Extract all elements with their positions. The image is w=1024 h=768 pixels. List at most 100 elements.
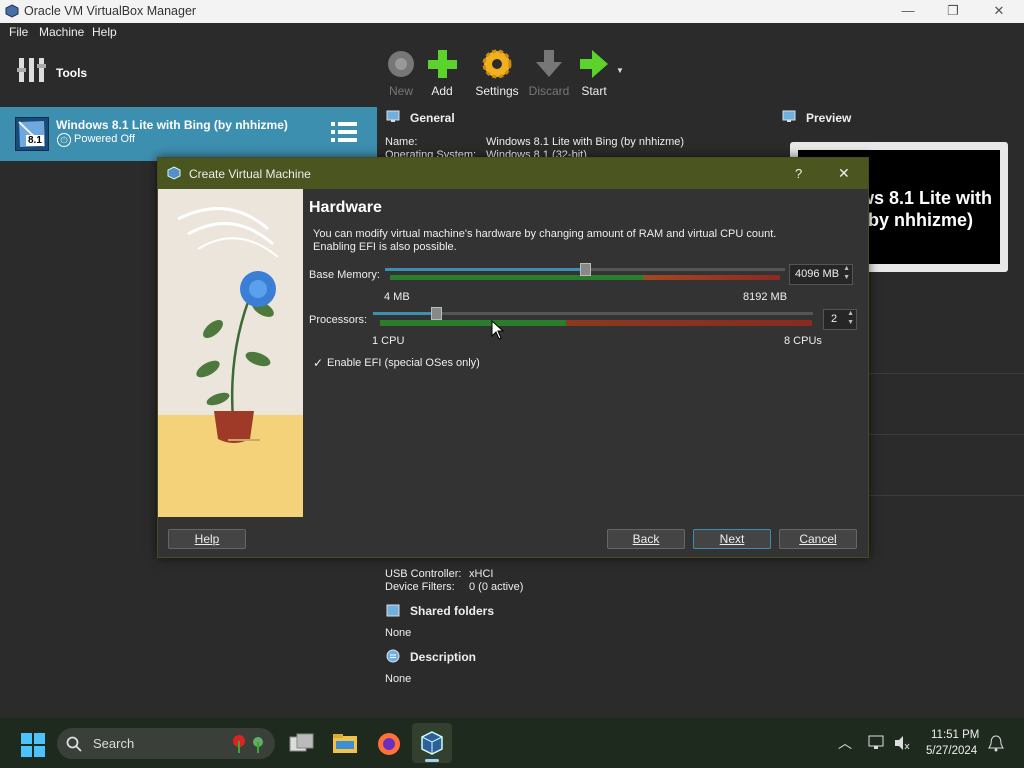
search-highlight-flowers-icon (233, 735, 263, 753)
taskbar: Search ︿ 11:51 PM 5/27/2024 (0, 718, 1024, 768)
window-titlebar: Oracle VM VirtualBox Manager — ❐ ✕ (0, 0, 1024, 23)
cpu-spinbox[interactable]: 2 ▲ ▼ (823, 309, 857, 330)
memory-max-label: 8192 MB (743, 291, 788, 303)
start-button[interactable]: Start (570, 46, 618, 98)
cpu-slider-fill (373, 312, 436, 315)
menu-machine[interactable]: Machine (39, 25, 84, 39)
vm-list-item[interactable]: 8.1 Windows 8.1 Lite with Bing (by nhhiz… (0, 107, 377, 161)
file-explorer-icon[interactable] (332, 732, 358, 754)
virtualbox-taskbar-button[interactable] (412, 723, 452, 763)
memory-slider-fill (385, 268, 585, 271)
spin-down-icon[interactable]: ▼ (847, 319, 854, 326)
next-button[interactable]: Next (693, 529, 771, 549)
gear-icon (482, 49, 512, 79)
power-off-icon: ⏻ (57, 133, 71, 147)
clock-date[interactable]: 5/27/2024 (926, 745, 977, 757)
virtualbox-app-icon (5, 4, 19, 18)
tools-item[interactable]: Tools (0, 46, 377, 102)
menu-bar: File Machine Help (0, 23, 1024, 42)
vm-status: Powered Off (74, 133, 135, 145)
device-filters-label: Device Filters: (385, 581, 455, 593)
cpu-value: 2 (831, 313, 838, 325)
windows-os-icon: 8.1 (15, 117, 49, 151)
active-app-indicator (425, 759, 439, 762)
settings-label: Settings (475, 84, 519, 98)
settings-button[interactable]: Settings (473, 46, 521, 98)
description-value: None (385, 673, 412, 685)
preview-line-1: ws 8.1 Lite with (860, 188, 993, 208)
efi-label: Enable EFI (special OSes only) (327, 357, 480, 369)
efi-checkbox[interactable]: ✓ (313, 356, 323, 370)
window-title: Oracle VM VirtualBox Manager (24, 4, 197, 18)
dialog-titlebar: Create Virtual Machine ? ✕ (158, 158, 868, 189)
virtualbox-cube-icon (167, 166, 181, 180)
spin-down-icon[interactable]: ▼ (843, 274, 850, 281)
description-speech-icon (386, 649, 400, 663)
firefox-icon[interactable] (376, 731, 402, 757)
taskbar-search-box[interactable]: Search (57, 728, 275, 759)
next-button-label: Next (719, 532, 745, 546)
search-placeholder: Search (93, 736, 135, 751)
shared-folders-title: Shared folders (410, 604, 495, 618)
os-version-badge: 8.1 (26, 135, 44, 146)
chevron-up-icon[interactable]: ︿ (838, 733, 852, 753)
preview-section-title: Preview (806, 111, 852, 125)
network-monitor-icon[interactable] (868, 735, 886, 751)
tools-icon (17, 58, 46, 82)
new-icon (388, 51, 414, 77)
mouse-cursor-icon (491, 320, 505, 340)
shared-folder-icon (386, 604, 400, 617)
cancel-button-label: Cancel (799, 532, 837, 546)
maximize-button[interactable]: ❐ (930, 0, 976, 23)
memory-min-label: 4 MB (384, 291, 410, 303)
cancel-button[interactable]: Cancel (779, 529, 857, 549)
task-view-icon[interactable] (289, 733, 315, 755)
menu-file[interactable]: File (9, 25, 28, 39)
memory-spinbox[interactable]: 4096 MB ▲ ▼ (789, 264, 853, 285)
memory-slider-handle[interactable] (580, 263, 591, 276)
vm-menu-icon[interactable] (331, 121, 357, 143)
start-dropdown-icon[interactable]: ▼ (616, 66, 624, 75)
windows-start-icon[interactable] (21, 733, 45, 757)
preview-monitor-icon (782, 110, 796, 122)
add-label: Add (431, 84, 453, 98)
wizard-illustration (158, 189, 303, 517)
divider (867, 434, 1024, 435)
clock-time[interactable]: 11:51 PM (931, 729, 979, 741)
cpu-max-label: 8 CPUs (784, 335, 822, 347)
base-memory-label: Base Memory: (309, 269, 380, 281)
cpu-min-label: 1 CPU (372, 335, 405, 347)
discard-arrow-down-icon (536, 50, 562, 77)
help-button[interactable]: Help (168, 529, 246, 549)
page-heading: Hardware (309, 199, 382, 216)
spin-up-icon[interactable]: ▲ (847, 310, 854, 317)
spin-up-icon[interactable]: ▲ (843, 265, 850, 272)
dialog-help-button[interactable]: ? (795, 166, 802, 181)
add-button[interactable]: Add (418, 46, 466, 98)
discard-label: Discard (528, 84, 570, 98)
dialog-close-button[interactable]: ✕ (838, 165, 850, 182)
flower-pot-illustration (158, 207, 303, 517)
help-button-label: Help (194, 532, 220, 546)
tools-label: Tools (56, 66, 88, 80)
virtualbox-cube-icon (421, 731, 443, 755)
usb-controller-value: xHCI (469, 568, 494, 580)
add-icon (428, 50, 457, 78)
general-monitor-icon (386, 110, 400, 122)
description-title: Description (410, 650, 477, 664)
vm-name: Windows 8.1 Lite with Bing (by nhhizme) (56, 118, 288, 132)
device-filters-value: 0 (0 active) (469, 581, 524, 593)
search-icon (66, 736, 82, 752)
cpu-slider-handle[interactable] (430, 307, 442, 320)
preview-line-2: by nhhizme) (868, 210, 974, 230)
menu-help[interactable]: Help (92, 25, 117, 39)
speaker-muted-icon[interactable] (894, 735, 910, 751)
back-button-label: Back (632, 532, 660, 546)
minimize-button[interactable]: — (885, 0, 931, 23)
create-vm-dialog: Create Virtual Machine ? ✕ Hardware You … (157, 157, 869, 558)
notification-bell-icon[interactable] (988, 735, 1004, 753)
discard-button[interactable]: Discard (525, 46, 573, 98)
back-button[interactable]: Back (607, 529, 685, 549)
close-window-button[interactable]: ✕ (976, 0, 1022, 23)
divider (867, 373, 1024, 374)
